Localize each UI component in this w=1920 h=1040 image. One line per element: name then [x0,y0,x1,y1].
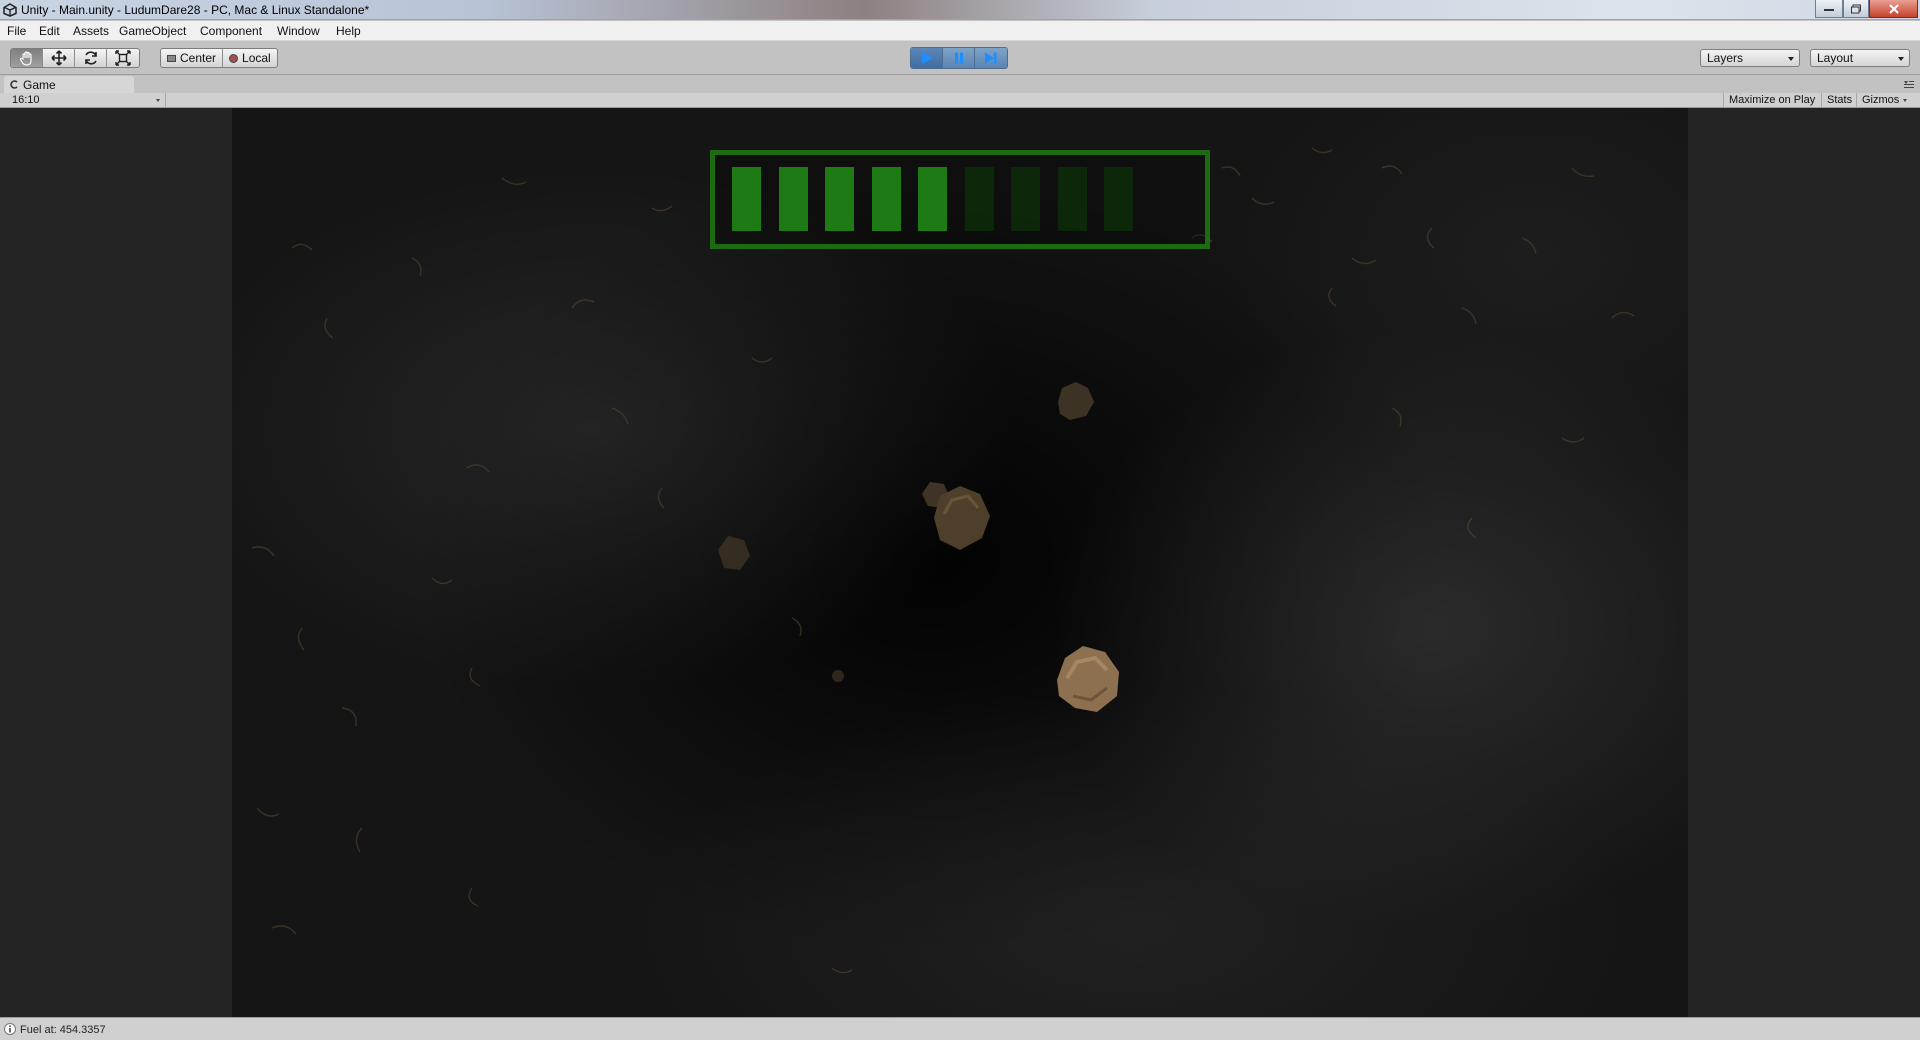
chevron-down-icon [1898,57,1904,61]
layers-dropdown[interactable]: Layers [1700,49,1800,67]
game-view-icon [10,80,18,89]
fuel-cell-filled [732,167,761,231]
pivot-mode-button[interactable]: Center [161,49,224,67]
aspect-ratio-dropdown[interactable]: 16:10 [4,93,166,107]
menu-gameobject[interactable]: GameObject [119,24,186,38]
asteroid [922,482,950,508]
transform-tools [10,48,140,68]
fuel-cell-filled [778,167,808,231]
minimize-icon [1824,8,1834,11]
fuel-cell-empty [1057,167,1087,231]
chevron-down-icon [156,99,160,102]
pivot-rotation-button[interactable]: Local [223,49,277,67]
gizmos-dropdown[interactable]: Gizmos [1856,93,1912,107]
window-titlebar: Unity - Main.unity - LudumDare28 - PC, M… [0,0,1920,20]
chevron-down-icon [1788,57,1794,61]
move-icon [50,50,67,66]
tab-game[interactable]: Game [4,76,134,93]
fuel-gauge [710,150,1210,249]
pause-icon [954,52,963,64]
info-icon [4,1023,16,1035]
asteroid [832,670,844,682]
pivot-center-icon [167,54,176,62]
menu-file[interactable]: File [7,24,26,38]
fuel-cell-filled [918,167,947,231]
fuel-cell-empty [964,167,994,231]
asteroid [1058,382,1094,420]
maximize-on-play-toggle[interactable]: Maximize on Play [1723,93,1820,107]
pivot-rotation-label: Local [242,51,271,65]
play-button[interactable] [911,48,943,68]
pivot-mode-label: Center [180,51,217,65]
menu-bar: File Edit Assets GameObject Component Wi… [0,21,1920,41]
scale-icon [115,50,131,66]
fuel-cell-filled [871,167,901,231]
menu-assets[interactable]: Assets [73,24,109,38]
panel-menu-icon[interactable] [1904,80,1914,88]
window-title: Unity - Main.unity - LudumDare28 - PC, M… [21,3,370,17]
local-globe-icon [229,53,239,63]
game-tab-strip: Game [0,75,1920,93]
stats-toggle[interactable]: Stats [1821,93,1857,107]
restore-icon [1851,4,1861,13]
menu-edit[interactable]: Edit [39,24,60,38]
hand-icon [19,51,32,66]
layout-label: Layout [1817,51,1854,65]
aspect-ratio-label: 16:10 [12,94,40,106]
play-icon [921,52,933,64]
rotate-icon [84,51,97,65]
stats-label: Stats [1827,94,1853,106]
chevron-down-icon [1903,98,1908,102]
hand-tool-button[interactable] [11,49,43,67]
tab-game-label: Game [23,77,56,92]
console-last-message[interactable]: Fuel at: 454.3357 [20,1024,106,1036]
restore-button[interactable] [1843,0,1869,18]
menu-component[interactable]: Component [200,24,262,38]
fuel-cell-filled [825,167,854,231]
step-button[interactable] [975,48,1007,68]
pivot-toggles: Center Local [160,48,278,68]
minimize-button[interactable] [1815,0,1843,18]
layers-label: Layers [1707,51,1744,65]
menu-help[interactable]: Help [336,24,361,38]
gizmos-label: Gizmos [1862,94,1900,106]
unity-logo-icon [3,3,17,17]
menu-window[interactable]: Window [277,24,320,38]
asteroid [718,536,750,570]
rotate-tool-button[interactable] [75,49,107,67]
asteroid [1057,646,1119,712]
pause-button[interactable] [943,48,975,68]
game-viewport[interactable] [232,108,1688,1017]
fuel-cell-empty [1104,167,1133,231]
main-toolbar: Center Local Layers Layout [0,41,1920,75]
layout-dropdown[interactable]: Layout [1810,49,1910,67]
scale-tool-button[interactable] [107,49,139,67]
fuel-cell-empty [1011,167,1040,231]
playback-controls [910,47,1008,69]
status-bar: Fuel at: 454.3357 [0,1017,1920,1040]
move-tool-button[interactable] [43,49,75,67]
game-view-controls: 16:10 Maximize on Play Stats Gizmos [0,93,1920,108]
maximize-on-play-label: Maximize on Play [1729,94,1816,106]
step-icon [985,52,997,64]
close-icon [1888,3,1899,14]
close-button[interactable] [1869,0,1918,18]
game-view-area [0,108,1920,1017]
